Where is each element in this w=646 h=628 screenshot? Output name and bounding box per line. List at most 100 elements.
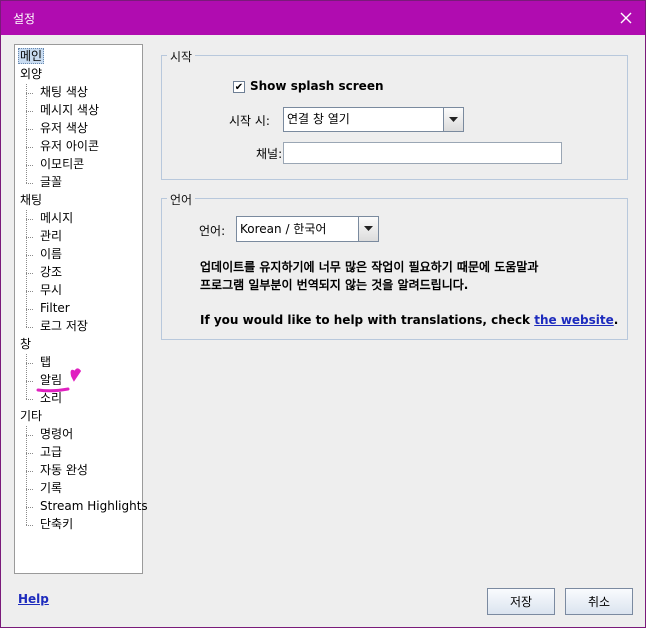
tree-item-label: 메시지 (40, 211, 74, 225)
dropdown-arrow[interactable] (443, 108, 463, 131)
tree-item-label: 글꼴 (40, 175, 63, 189)
language-group: 언어 언어: Korean / 한국어 업데이트를 유지하기에 너무 많은 작업… (161, 191, 628, 340)
tree-connector (26, 84, 27, 183)
tree-connector (26, 327, 33, 328)
tree-item[interactable]: 자동 완성 (40, 462, 88, 479)
language-value: Korean / 한국어 (240, 222, 327, 236)
tree-item-label: 유저 색상 (40, 121, 88, 135)
tree-item-label: 탭 (40, 355, 52, 369)
tree-item[interactable]: 기록 (40, 480, 62, 497)
settings-dialog: 설정 메인외양채팅 색상메시지 색상유저 색상유저 아이콘 이모티콘글꼴채팅메시지… (0, 0, 646, 628)
tree-connector (26, 219, 33, 220)
tree-item[interactable]: Stream Highlights (40, 498, 148, 515)
translation-help-prefix: If you would like to help with translati… (200, 313, 535, 327)
tree-connector (26, 111, 33, 112)
tree-group-label: 채팅 (20, 193, 43, 207)
tree-connector (26, 255, 33, 256)
translation-help-text: If you would like to help with translati… (200, 313, 618, 327)
window-title: 설정 (13, 12, 36, 26)
tree-connector (26, 435, 33, 436)
tree-connector (26, 291, 33, 292)
channel-input[interactable] (283, 142, 562, 164)
channel-label: 채널: (256, 147, 283, 161)
tree-connector (26, 363, 33, 364)
tree-item[interactable]: 단축키 (40, 516, 73, 533)
tree-connector (26, 489, 33, 490)
tree-item[interactable]: 소리 (40, 390, 62, 407)
tree-item-label: 채팅 색상 (40, 85, 88, 99)
tree-connector (26, 381, 33, 382)
tree-group-label: 기타 (20, 409, 43, 423)
tree-item[interactable]: 이름 (40, 246, 62, 263)
heart-icon (70, 368, 82, 382)
tree-connector (26, 237, 33, 238)
tree-connector (26, 183, 33, 184)
tree-item[interactable]: 글꼴 (40, 174, 62, 191)
tree-item[interactable]: 유저 아이콘 (40, 138, 99, 155)
tree-item-label: 단축키 (40, 517, 74, 531)
tree-item[interactable]: 고급 (40, 444, 62, 461)
settings-tree: 메인외양채팅 색상메시지 색상유저 색상유저 아이콘 이모티콘글꼴채팅메시지관리이… (14, 44, 148, 574)
start-group-title: 시작 (167, 48, 196, 65)
tree-connector (26, 471, 33, 472)
tree-item-label: 이름 (40, 247, 63, 261)
tree-item-label: 로그 저장 (40, 319, 88, 333)
tree-item[interactable]: Filter (40, 300, 70, 317)
website-link[interactable]: the website (534, 313, 614, 327)
title-bar: 설정 (1, 1, 645, 35)
splash-label: Show splash screen (250, 79, 384, 93)
tree-item[interactable]: 무시 (40, 282, 62, 299)
tree-connector (26, 507, 33, 508)
tree-item[interactable]: 유저 색상 (40, 120, 88, 137)
tree-item-label: 명령어 (40, 427, 74, 441)
tree-item[interactable]: 탭 (40, 354, 51, 371)
language-label: 언어: (199, 224, 226, 238)
language-group-title: 언어 (167, 191, 196, 208)
tree-item-label: 기록 (40, 481, 63, 495)
tree-connector (26, 147, 33, 148)
language-select[interactable]: Korean / 한국어 (236, 216, 379, 242)
tree-group-0[interactable]: 메인 (18, 48, 45, 65)
cancel-button[interactable]: 취소 (565, 588, 633, 615)
tree-connector (26, 93, 33, 94)
language-note-line2: 프로그램 일부분이 번역되지 않는 것을 알려드립니다. (200, 278, 469, 292)
chevron-down-icon (449, 116, 458, 122)
tree-item[interactable]: 메시지 (40, 210, 73, 227)
tree-group-2[interactable]: 채팅 (20, 192, 42, 209)
on-start-value: 연결 창 열기 (287, 112, 350, 126)
translation-help-suffix: . (613, 313, 619, 327)
tree-group-3[interactable]: 창 (20, 336, 31, 353)
dropdown-arrow[interactable] (358, 217, 378, 241)
tree-connector (26, 129, 33, 130)
tree-group-label: 창 (20, 337, 32, 351)
tree-item[interactable]: 이모티콘 (40, 156, 84, 173)
tree-item[interactable]: 명령어 (40, 426, 73, 443)
save-button[interactable]: 저장 (487, 588, 555, 615)
splash-checkbox[interactable]: ✔ (233, 81, 245, 93)
start-group: 시작 ✔ Show splash screen 시작 시: 연결 창 열기 채널… (161, 48, 628, 180)
tree-item-label: 고급 (40, 445, 63, 459)
help-link[interactable]: Help (18, 592, 49, 606)
tree-item-label: Stream Highlights (40, 499, 148, 513)
tree-group-1[interactable]: 외양 (20, 66, 42, 83)
tree-item[interactable]: 로그 저장 (40, 318, 88, 335)
tree-item-label: 무시 (40, 283, 63, 297)
on-start-select[interactable]: 연결 창 열기 (283, 107, 464, 132)
tree-item[interactable]: 강조 (40, 264, 62, 281)
tree-item[interactable]: 메시지 색상 (40, 102, 99, 119)
tree-item-label: Filter (40, 301, 70, 315)
tree-item-label: 자동 완성 (40, 463, 88, 477)
tree-connector (26, 309, 33, 310)
close-button[interactable] (613, 5, 639, 31)
tree-item[interactable]: 채팅 색상 (40, 84, 88, 101)
tree-item-label: 메시지 색상 (40, 103, 100, 117)
language-note-line1: 업데이트를 유지하기에 너무 많은 작업이 필요하기 때문에 도움말과 (200, 260, 539, 274)
tree-group-label: 메인 (18, 48, 45, 64)
tree-item[interactable]: 알림 (40, 372, 62, 389)
tree-item-label: 강조 (40, 265, 63, 279)
tree-item[interactable]: 관리 (40, 228, 62, 245)
tree-connector (26, 453, 33, 454)
tree-group-label: 외양 (20, 67, 43, 81)
tree-group-4[interactable]: 기타 (20, 408, 42, 425)
tree-item-label: 알림 (40, 373, 63, 387)
